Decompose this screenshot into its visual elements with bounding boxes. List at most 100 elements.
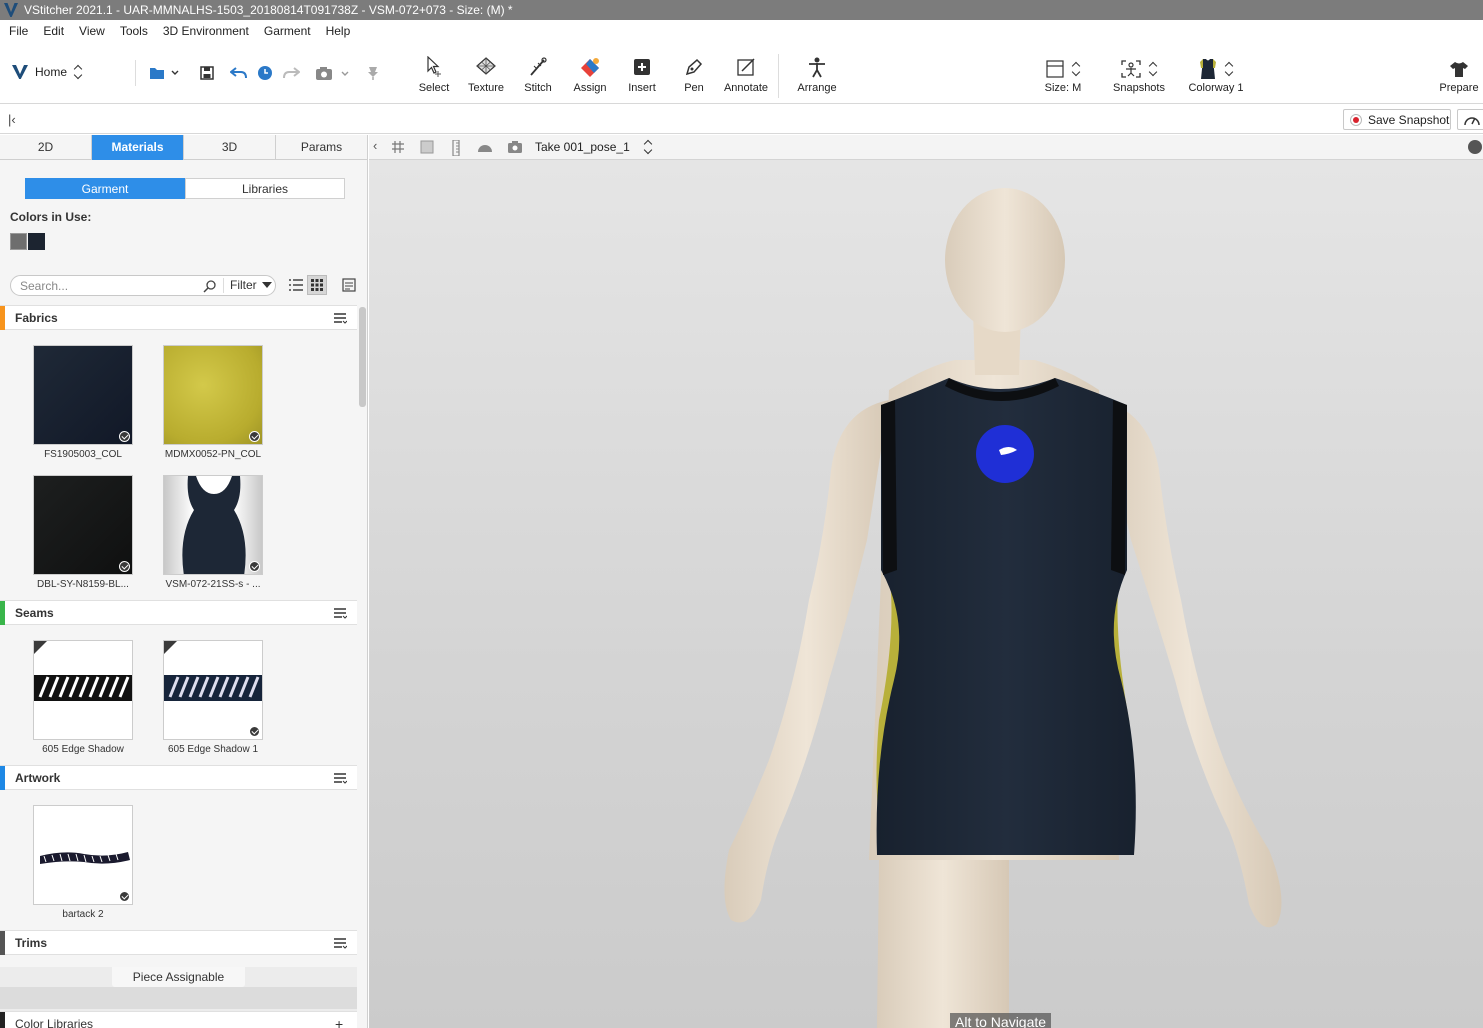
save-button[interactable] [198,64,216,82]
menu-garment[interactable]: Garment [264,24,311,38]
pen-tool-button[interactable]: Pen [667,56,721,94]
fabric-name: VSM-072-21SS-s - ... [165,579,261,590]
checkmark-icon [249,431,260,442]
menu-3d-environment[interactable]: 3D Environment [163,24,249,38]
insert-tool-button[interactable]: Insert [615,56,669,94]
menu-help[interactable]: Help [326,24,351,38]
save-snapshot-button[interactable]: Save Snapshot [1343,109,1451,130]
title-bar: VStitcher 2021.1 - UAR-MMNALHS-1503_2018… [0,0,1483,20]
search-placeholder: Search... [20,279,69,293]
history-button[interactable] [256,64,274,82]
assign-icon [581,58,599,77]
annotate-tool-button[interactable]: Annotate [719,56,773,94]
material-search-field[interactable]: Search... Filter [10,275,276,296]
tab-materials[interactable]: Materials [92,135,184,160]
undo-button[interactable] [230,64,248,82]
arrange-tool-button[interactable]: Arrange [790,56,844,94]
menu-view[interactable]: View [79,24,105,38]
garment-segment[interactable]: Garment [25,178,185,199]
hamburger-menu-icon[interactable] [333,312,347,324]
artwork-section-header[interactable]: Artwork [0,765,357,790]
seam-name: 605 Edge Shadow 1 [167,744,259,755]
avatar-settings-icon[interactable] [1468,140,1482,154]
menu-file[interactable]: File [9,24,28,38]
fabric-name: DBL-SY-N8159-BL... [37,579,129,590]
search-icon[interactable] [203,279,217,293]
pin-button[interactable] [364,64,382,82]
collapse-panel-icon[interactable]: |‹ [8,112,16,127]
detail-view-button[interactable] [339,275,359,295]
panel-scrollbar[interactable] [359,307,366,407]
viewport-camera-icon[interactable] [507,140,523,154]
record-icon [1350,113,1362,126]
grid-view-button[interactable] [307,275,327,295]
camera-button[interactable] [314,64,350,82]
seam-name: 605 Edge Shadow [42,744,124,755]
pin-icon [368,67,378,80]
seam-thumbnail[interactable] [163,640,263,740]
fabric-thumbnail[interactable] [33,345,133,445]
bartack-image [40,852,130,864]
chevron-left-icon[interactable]: ‹ [373,138,377,153]
arrange-label: Arrange [797,82,837,94]
snapshots-selector[interactable]: Snapshots [1110,56,1168,94]
avatar-scene[interactable] [369,160,1483,1028]
list-view-button[interactable] [286,275,306,295]
color-libraries-label: Color Libraries [15,1017,94,1028]
menu-tools[interactable]: Tools [120,24,148,38]
detail-view-icon [342,278,356,292]
3d-viewport[interactable]: ‹ Take 001_pose_1 Alt to Navigate [369,135,1483,1028]
background-icon[interactable] [420,140,434,154]
tab-3d[interactable]: 3D [184,135,276,160]
updown-arrows-icon[interactable] [643,139,653,155]
trims-section-header[interactable]: Trims [0,930,357,955]
trims-label: Trims [15,936,48,950]
hamburger-menu-icon[interactable] [333,772,347,784]
size-selector[interactable]: Size: M [1040,56,1086,94]
fabrics-section-header[interactable]: Fabrics [0,305,357,330]
piece-assignable-label[interactable]: Piece Assignable [112,967,245,987]
history-icon [258,66,272,80]
seams-section-header[interactable]: Seams [0,600,357,625]
tab-params[interactable]: Params [276,135,367,160]
save-snapshot-label: Save Snapshot [1368,112,1450,127]
speed-gauge-button[interactable] [1457,109,1483,130]
color-swatch-gray[interactable] [10,233,27,250]
annotate-icon [737,58,755,76]
redo-button[interactable] [282,64,300,82]
take-label[interactable]: Take 001_pose_1 [535,140,630,154]
fabric-thumbnail[interactable] [163,475,263,575]
seam-thumbnail[interactable] [33,640,133,740]
open-folder-button[interactable] [148,64,180,82]
assign-tool-button[interactable]: Assign [563,56,617,94]
select-tool-button[interactable]: Select [407,56,461,94]
artwork-thumbnail[interactable] [33,805,133,905]
add-icon[interactable]: + [335,1016,343,1028]
prepare-button[interactable]: Prepare [1436,56,1482,94]
menu-edit[interactable]: Edit [43,24,64,38]
stitch-tool-button[interactable]: Stitch [511,56,565,94]
libraries-segment[interactable]: Libraries [185,178,345,199]
prepare-shirt-icon [1450,62,1468,77]
home-selector[interactable]: Home [12,64,83,80]
colorway-selector[interactable]: Colorway 1 [1184,56,1248,94]
hamburger-menu-icon[interactable] [333,607,347,619]
save-icon [200,66,214,80]
shirt-armhole-trim-right [1111,400,1127,575]
fabric-thumbnail[interactable] [163,345,263,445]
stitch-icon [530,57,547,76]
dome-icon[interactable] [477,140,493,154]
vstitcher-home-icon [12,65,28,79]
fabric-thumbnail[interactable] [33,475,133,575]
tab-2d[interactable]: 2D [0,135,92,160]
grid-icon[interactable] [391,140,405,154]
texture-tool-button[interactable]: Texture [459,56,513,94]
redo-icon [283,67,300,79]
colors-in-use-label: Colors in Use: [10,210,92,224]
color-libraries-section-header[interactable]: Color Libraries + [0,1011,357,1028]
avatar-head [945,188,1065,332]
color-swatch-navy[interactable] [28,233,45,250]
hamburger-menu-icon[interactable] [333,937,347,949]
ruler-icon[interactable] [451,140,461,156]
filter-dropdown[interactable]: Filter [223,278,272,293]
